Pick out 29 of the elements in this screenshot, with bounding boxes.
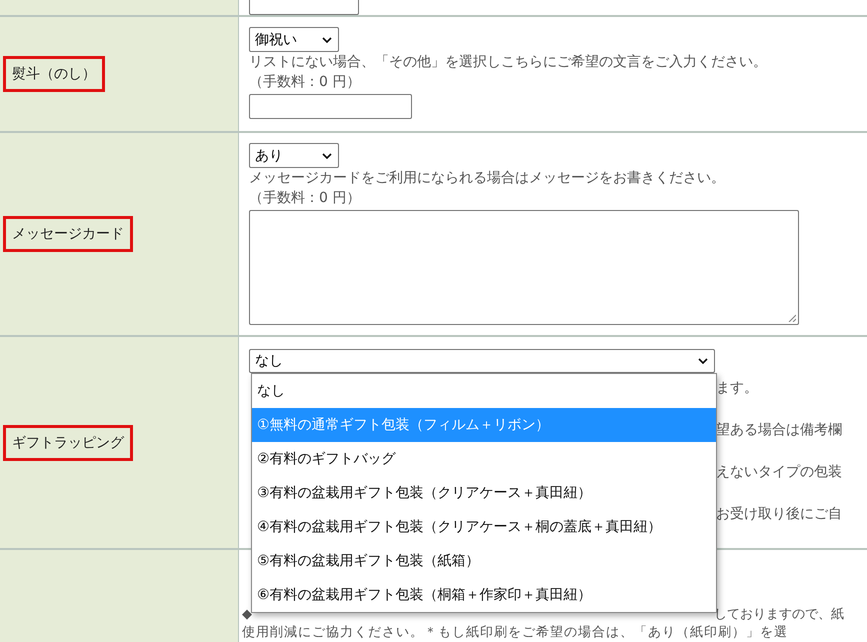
bullet-mark: ◆ — [242, 606, 252, 624]
chevron-icon — [322, 36, 332, 42]
help-text: お受け取り後にご自 — [716, 505, 843, 524]
help-text: メッセージカードをご利用になられる場合はメッセージをお書きください。 — [249, 169, 726, 188]
help-text: 使用削減にご協力ください。＊もし紙印刷をご希望の場合は、「あり（紙印刷）」を選 — [242, 624, 789, 642]
dropdown-select[interactable]: 御祝い — [249, 27, 339, 52]
help-text: しておりますので、紙 — [714, 606, 844, 624]
field-label: ギフトラッピング — [3, 424, 133, 460]
dropdown-select[interactable]: なし — [249, 349, 715, 373]
chevron-icon — [322, 152, 332, 158]
fee-text: （手数料：0 円） — [249, 189, 362, 208]
dropdown-option[interactable]: ⑥有料の盆栽用ギフト包装（桐箱＋作家印＋真田紐） — [252, 578, 716, 612]
help-text: 望ある場合は備考欄 — [716, 421, 843, 440]
dropdown-select[interactable]: あり — [249, 143, 339, 168]
help-text: ます。 — [716, 379, 759, 398]
fee-text: （手数料：0 円） — [249, 73, 362, 92]
help-text: えないタイプの包装 — [716, 463, 843, 482]
dropdown-option[interactable]: なし — [252, 374, 716, 408]
dropdown-option[interactable]: ②有料のギフトバッグ — [252, 442, 716, 476]
chevron-icon — [698, 358, 708, 364]
dropdown-option[interactable]: ⑤有料の盆栽用ギフト包装（紙箱） — [252, 544, 716, 578]
field-label: 熨斗（のし） — [3, 56, 105, 92]
resize-grip-icon — [788, 314, 796, 322]
text-input-field[interactable] — [249, 94, 412, 119]
message-text-area[interactable] — [249, 210, 799, 325]
help-text: リストにない場合、「その他」を選択しこちらにご希望の文言をご入力ください。 — [249, 53, 768, 72]
field-label: メッセージカード — [3, 216, 133, 252]
dropdown-option[interactable]: ③有料の盆栽用ギフト包装（クリアケース＋真田紐） — [252, 476, 716, 510]
dropdown-option[interactable]: ④有料の盆栽用ギフト包装（クリアケース＋桐の蓋底＋真田紐） — [252, 510, 716, 544]
